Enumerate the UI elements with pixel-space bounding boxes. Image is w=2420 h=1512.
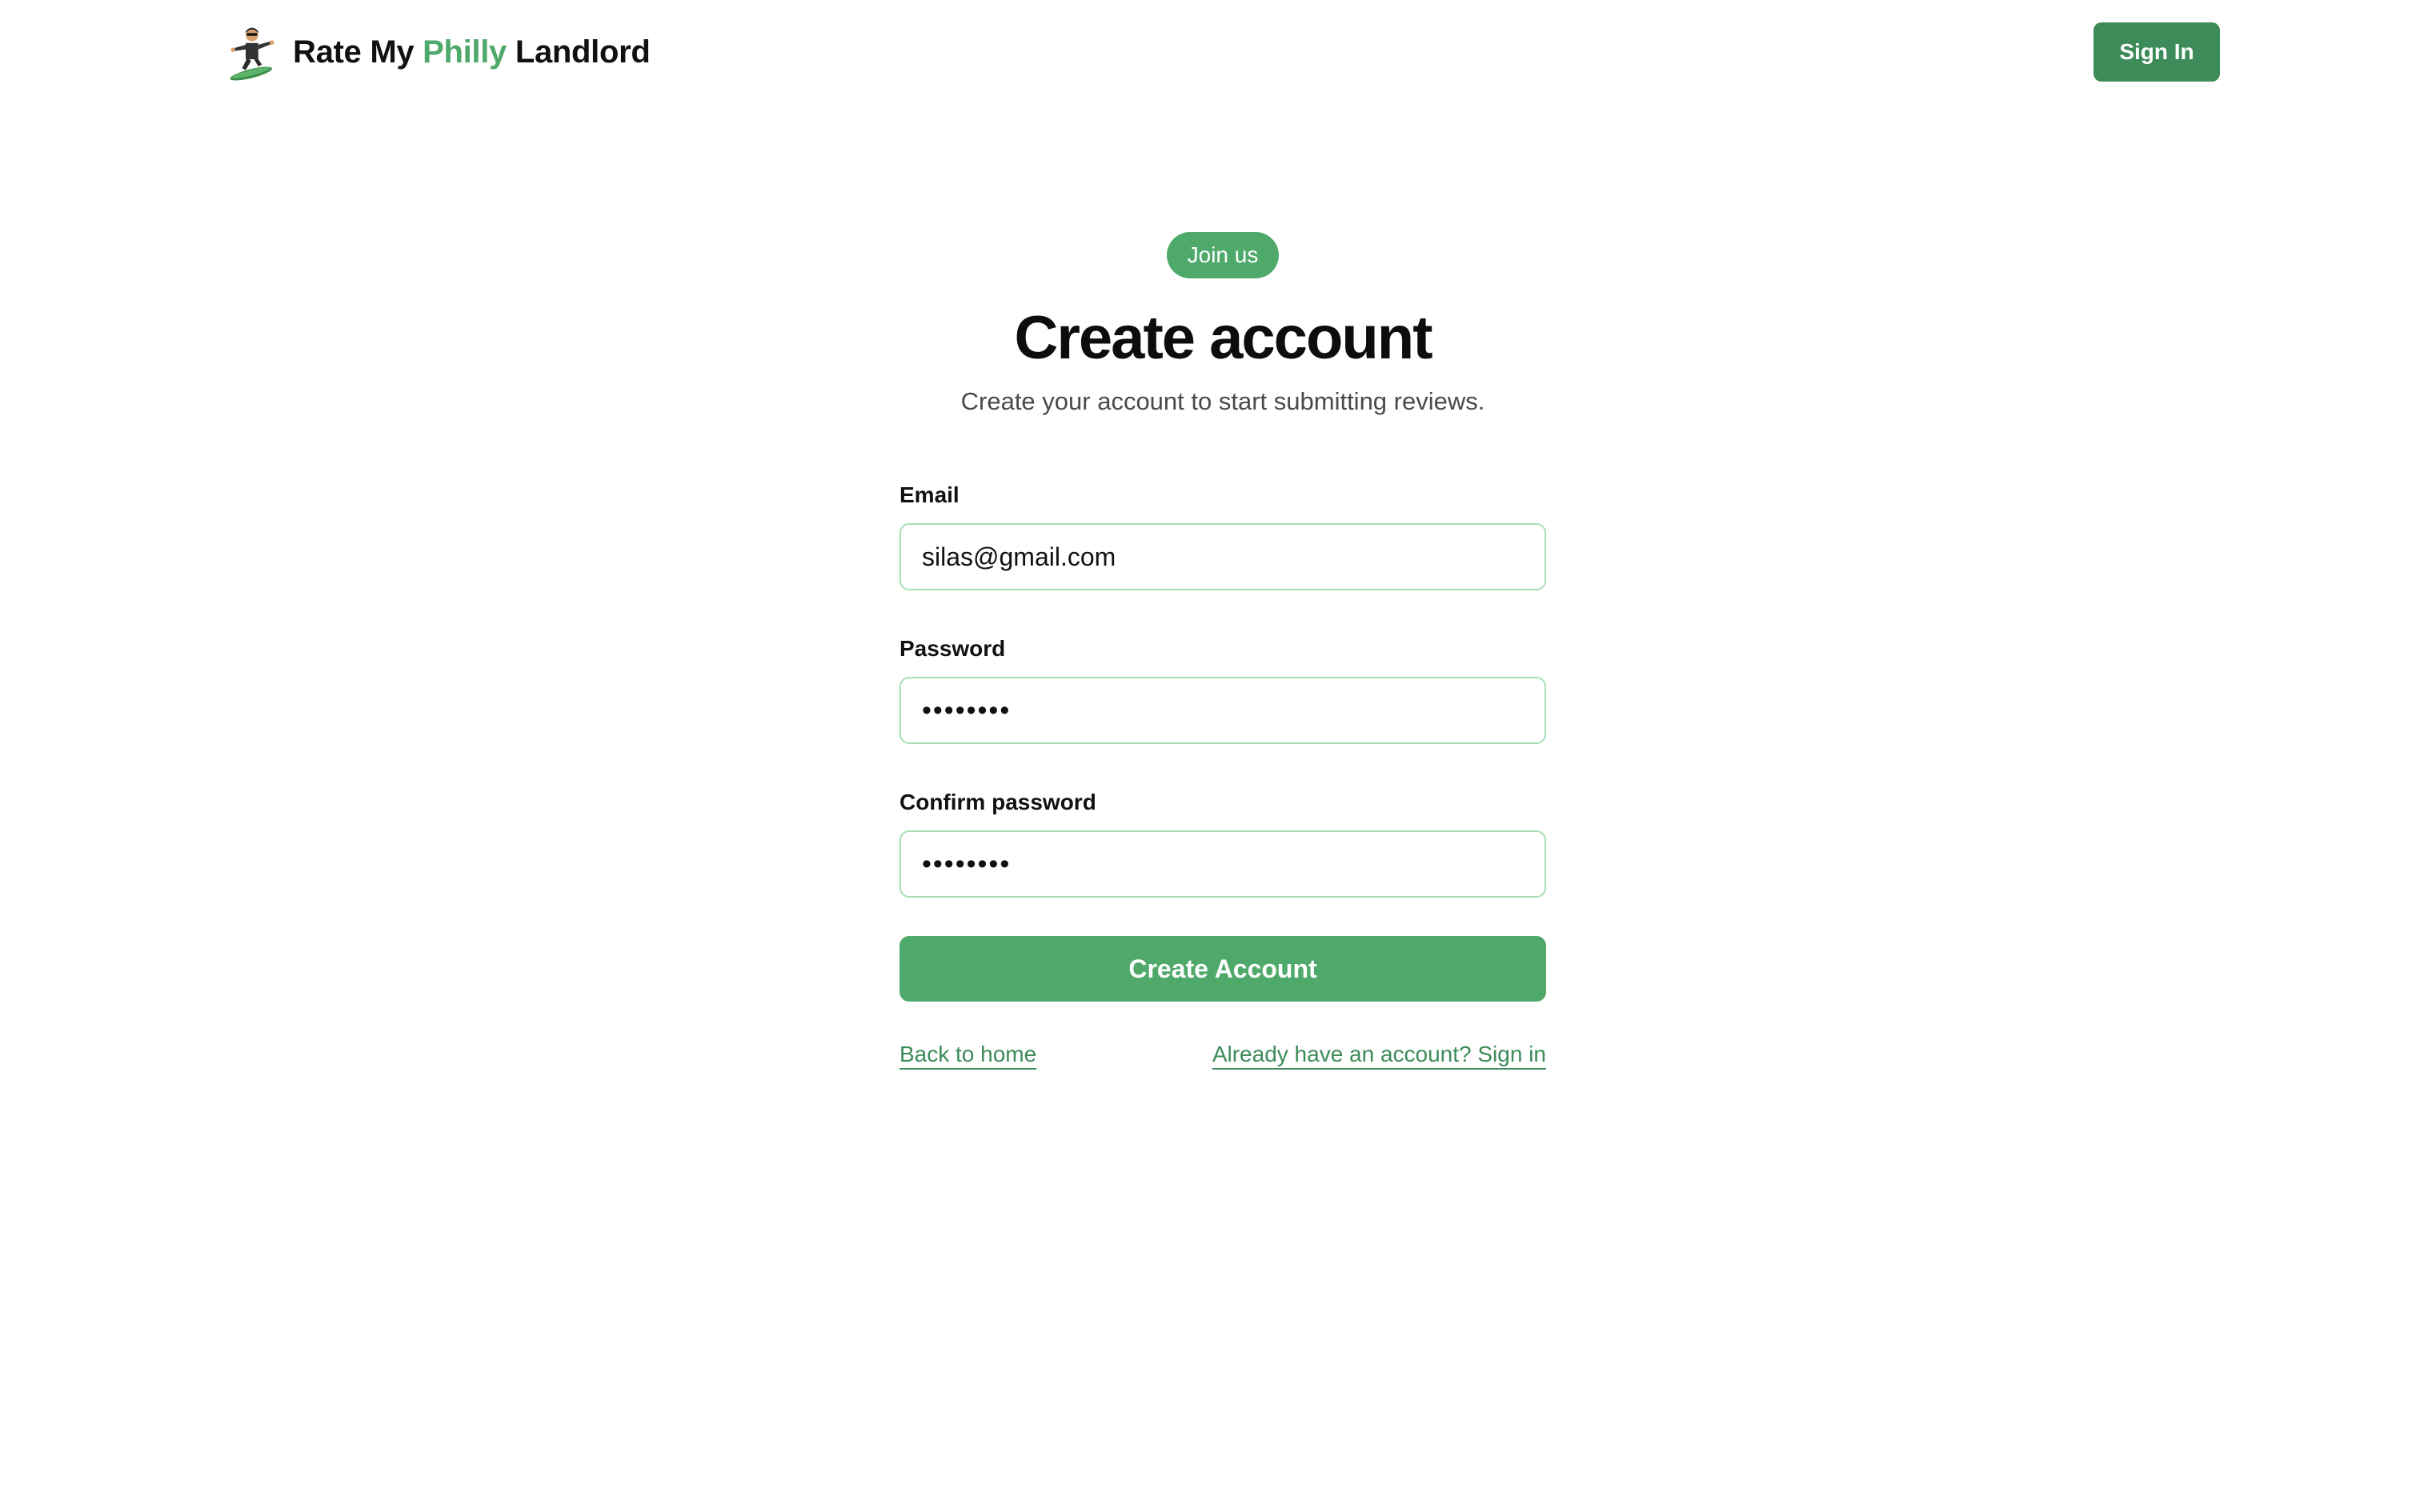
sign-in-button[interactable]: Sign In [2093, 22, 2220, 82]
site-header: Rate My Philly Landlord Sign In [0, 0, 2420, 104]
email-input[interactable] [899, 523, 1546, 590]
auth-links: Back to home Already have an account? Si… [899, 1042, 1546, 1067]
page: Rate My Philly Landlord Sign In Join us … [0, 0, 2420, 1512]
create-account-button[interactable]: Create Account [899, 936, 1546, 1002]
page-title: Create account [1014, 304, 1432, 372]
brand-accent-word: Philly [423, 34, 507, 70]
confirm-password-field-group: Confirm password [899, 789, 1546, 898]
confirm-password-input[interactable] [899, 830, 1546, 898]
signup-form: Email Password Confirm password Create A… [899, 482, 1546, 1002]
email-field-group: Email [899, 482, 1546, 590]
brand-home-link[interactable]: Rate My Philly Landlord [224, 22, 651, 82]
password-label: Password [899, 636, 1006, 661]
page-subtitle: Create your account to start submitting … [960, 387, 1485, 415]
brand-name: Rate My Philly Landlord [293, 34, 651, 70]
join-us-badge: Join us [1166, 232, 1280, 278]
back-to-home-link[interactable]: Back to home [899, 1042, 1036, 1067]
password-input[interactable] [899, 677, 1546, 744]
sign-in-link[interactable]: Already have an account? Sign in [1212, 1042, 1546, 1067]
confirm-password-label: Confirm password [899, 790, 1096, 814]
password-field-group: Password [899, 635, 1546, 744]
snowboarder-icon [230, 27, 274, 81]
signup-panel: Join us Create account Create your accou… [899, 232, 1546, 1067]
email-label: Email [899, 482, 960, 507]
